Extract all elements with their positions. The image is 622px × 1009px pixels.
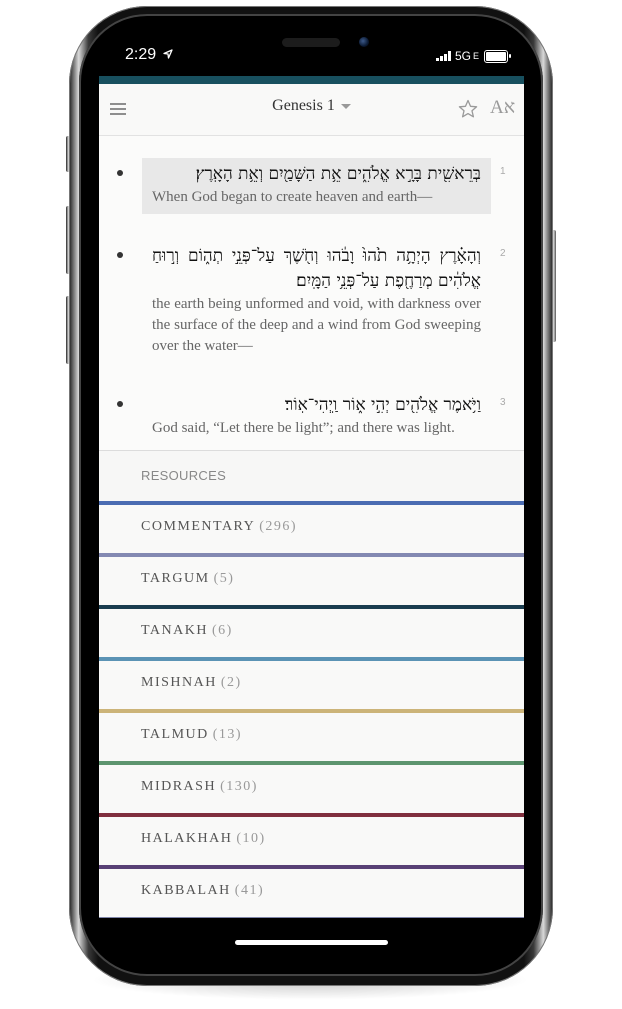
resource-name: TARGUM xyxy=(141,571,210,586)
resource-name: MISHNAH xyxy=(141,675,217,690)
resource-name: TALMUD xyxy=(141,727,209,742)
home-indicator[interactable] xyxy=(235,940,388,945)
resource-name: KABBALAH xyxy=(141,883,231,898)
network-suffix: E xyxy=(473,51,480,61)
status-indicators: 5G E xyxy=(436,48,512,64)
resource-tanakh[interactable]: TANAKH (6) xyxy=(99,605,524,657)
resource-count: (13) xyxy=(212,727,243,742)
reader-header: Genesis 1 Aא xyxy=(99,84,524,136)
verse-bullet xyxy=(117,401,123,407)
resource-name: MIDRASH xyxy=(141,779,217,794)
resource-label: HALAKHAH (10) xyxy=(141,831,266,847)
hebrew-text: בְּרֵאשִׁ֖ית בָּרָ֣א אֱלֹהִ֑ים אֵ֥ת הַשָ… xyxy=(195,164,481,184)
resource-mishnah[interactable]: MISHNAH (2) xyxy=(99,657,524,709)
status-time: 2:29 xyxy=(125,46,173,64)
status-time-text: 2:29 xyxy=(125,46,157,63)
battery-icon xyxy=(484,49,512,63)
resource-count: (2) xyxy=(220,675,242,690)
resource-label: MISHNAH (2) xyxy=(141,675,242,691)
verse-body: בְּרֵאשִׁ֖ית בָּרָ֣א אֱלֹהִ֑ים אֵ֥ת הַשָ… xyxy=(142,158,491,214)
verse-number: 3 xyxy=(500,397,506,408)
resources-title: RESOURCES xyxy=(141,468,227,483)
resource-halakhah[interactable]: HALAKHAH (10) xyxy=(99,813,524,865)
resources-panel: RESOURCES COMMENTARY (296) TARGUM (5) TANA… xyxy=(99,450,524,918)
app-screen: Genesis 1 Aא בְּרֵאשִׁ֖ית בָּרָ֣א אֱלֹהִ… xyxy=(99,76,524,918)
english-text: God said, “Let there be light”; and ther… xyxy=(152,420,455,436)
resource-kabbalah[interactable]: KABBALAH (41) xyxy=(99,865,524,917)
signal-strength-icon xyxy=(436,51,451,61)
verse-number: 1 xyxy=(500,166,506,177)
resources-list: COMMENTARY (296) TARGUM (5) TANAKH (6) MISH… xyxy=(99,501,524,918)
resource-commentary[interactable]: COMMENTARY (296) xyxy=(99,501,524,553)
resource-count: (6) xyxy=(211,623,233,638)
location-arrow-icon xyxy=(162,49,173,59)
verse-body: וַיֹּ֥אמֶר אֱלֹהִ֖ים יְהִ֣י א֑וֹר וַֽיְה… xyxy=(142,389,491,445)
caret-down-icon xyxy=(340,103,351,109)
english-text: the earth being unformed and void, with … xyxy=(152,296,481,354)
verse-bullet xyxy=(117,252,123,258)
resource-count: (296) xyxy=(259,519,298,534)
resource-talmud[interactable]: TALMUD (13) xyxy=(99,709,524,761)
resource-next-partial[interactable] xyxy=(99,917,524,918)
earpiece-speaker xyxy=(282,38,340,47)
verse-bullet xyxy=(117,170,123,176)
resource-label: TANAKH (6) xyxy=(141,623,233,639)
hebrew-text: וַיֹּ֥אמֶר אֱלֹהִ֖ים יְהִ֣י א֑וֹר וַֽיְה… xyxy=(284,395,481,415)
language-toggle-icon[interactable]: Aא xyxy=(490,97,515,119)
resource-midrash[interactable]: MIDRASH (130) xyxy=(99,761,524,813)
page-title: Genesis 1 xyxy=(272,97,335,114)
text-reader: בְּרֵאשִׁ֖ית בָּרָ֣א אֱלֹהִ֑ים אֵ֥ת הַשָ… xyxy=(99,136,524,451)
resource-label: TALMUD (13) xyxy=(141,727,242,743)
verse-body: וְהָאָ֗רֶץ הָיְתָ֥ה תֹ֙הוּ֙ וָבֹ֔הוּ וְח… xyxy=(142,240,491,363)
network-type: 5G xyxy=(455,49,472,63)
star-icon[interactable] xyxy=(458,99,478,119)
resource-count: (130) xyxy=(220,779,258,794)
resource-count: (41) xyxy=(234,883,265,898)
resource-name: HALAKHAH xyxy=(141,831,233,846)
hebrew-text: וְהָאָ֗רֶץ הָיְתָ֥ה תֹ֙הוּ֙ וָבֹ֔הוּ וְח… xyxy=(152,246,481,291)
resource-label: COMMENTARY (296) xyxy=(141,519,297,535)
resource-label: TARGUM (5) xyxy=(141,571,234,587)
resource-label: KABBALAH (41) xyxy=(141,883,264,899)
english-text: When God began to create heaven and eart… xyxy=(152,189,433,205)
resource-count: (10) xyxy=(236,831,266,846)
device-mockup: 2:29 5G E Genesis 1 Aא בְּרֵאשִׁ֖ית בָּר… xyxy=(0,0,622,1009)
resource-label: MIDRASH (130) xyxy=(141,779,258,795)
resource-name: TANAKH xyxy=(141,623,208,638)
front-camera xyxy=(359,37,369,47)
resource-targum[interactable]: TARGUM (5) xyxy=(99,553,524,605)
top-accent-bar xyxy=(99,76,524,84)
resource-name: COMMENTARY xyxy=(141,519,256,534)
resource-count: (5) xyxy=(213,571,235,586)
verse-number: 2 xyxy=(500,248,506,259)
